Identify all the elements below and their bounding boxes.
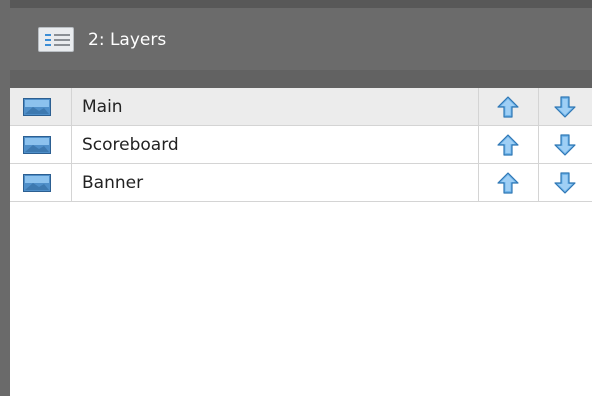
move-layer-up-button[interactable] <box>478 164 538 201</box>
move-layer-up-button[interactable] <box>478 126 538 163</box>
layer-row[interactable]: Banner <box>10 164 592 202</box>
move-layer-down-button[interactable] <box>538 126 592 163</box>
arrow-up-icon <box>497 96 519 118</box>
move-layer-down-button[interactable] <box>538 164 592 201</box>
move-layer-up-button[interactable] <box>478 88 538 125</box>
panel-left-border <box>0 0 10 396</box>
layer-icon-cell <box>10 164 72 201</box>
move-layer-down-button[interactable] <box>538 88 592 125</box>
layers-panel: 2: Layers Main Scoreboard Banner <box>0 0 592 396</box>
image-icon <box>23 98 51 116</box>
arrow-up-icon <box>497 172 519 194</box>
layer-row[interactable]: Main <box>10 88 592 126</box>
panel-title: 2: Layers <box>88 30 167 50</box>
image-icon <box>23 136 51 154</box>
layer-name: Scoreboard <box>82 135 179 155</box>
panel-title-strip <box>10 70 592 88</box>
layers-list-icon <box>38 27 74 52</box>
layer-icon-cell <box>10 88 72 125</box>
layers-list: Main Scoreboard Banner <box>10 88 592 202</box>
arrow-down-icon <box>554 134 576 156</box>
image-icon <box>23 174 51 192</box>
layer-icon-cell <box>10 126 72 163</box>
arrow-down-icon <box>554 96 576 118</box>
arrow-up-icon <box>497 134 519 156</box>
layer-name: Main <box>82 97 123 117</box>
arrow-down-icon <box>554 172 576 194</box>
layer-row[interactable]: Scoreboard <box>10 126 592 164</box>
layer-name: Banner <box>82 173 144 193</box>
